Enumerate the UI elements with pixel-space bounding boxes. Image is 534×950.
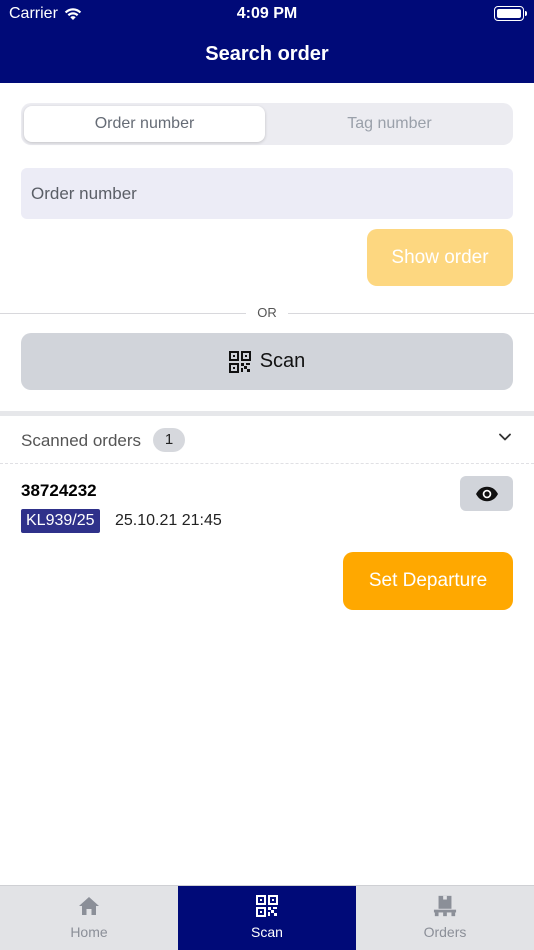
scanned-orders-header[interactable]: Scanned orders 1 bbox=[0, 416, 534, 464]
tab-home[interactable]: Home bbox=[0, 886, 178, 950]
page-title: Search order bbox=[205, 43, 329, 65]
home-icon bbox=[77, 894, 101, 918]
scanned-orders-title: Scanned orders bbox=[21, 431, 142, 450]
tab-home-label: Home bbox=[70, 924, 108, 940]
or-label: OR bbox=[246, 305, 288, 320]
tab-scan[interactable]: Scan bbox=[178, 886, 356, 950]
scan-button-label: Scan bbox=[259, 350, 306, 372]
header-bar: Carrier 4:09 PM Search order bbox=[0, 0, 534, 83]
view-order-button[interactable] bbox=[460, 476, 513, 511]
eye-icon bbox=[475, 486, 498, 501]
chevron-down-icon[interactable] bbox=[498, 430, 512, 444]
tab-orders-label: Orders bbox=[423, 924, 467, 940]
qr-code-icon bbox=[228, 350, 251, 373]
show-order-button[interactable]: Show order bbox=[367, 229, 513, 286]
segment-tag-number[interactable]: Tag number bbox=[269, 106, 510, 142]
status-time: 4:09 PM bbox=[236, 5, 298, 22]
status-bar: Carrier 4:09 PM bbox=[0, 0, 534, 28]
flight-badge: KL939/25 bbox=[21, 509, 100, 533]
order-number: 38724232 bbox=[21, 481, 97, 500]
scan-button[interactable]: Scan bbox=[21, 333, 513, 390]
search-mode-segmented-control: Order number Tag number bbox=[21, 103, 513, 145]
tab-scan-label: Scan bbox=[251, 924, 283, 940]
segment-order-number[interactable]: Order number bbox=[24, 106, 265, 142]
qr-code-icon bbox=[255, 894, 279, 918]
battery-icon bbox=[494, 6, 527, 21]
order-number-input[interactable] bbox=[21, 168, 513, 219]
scanned-count-badge: 1 bbox=[153, 428, 185, 452]
order-datetime: 25.10.21 21:45 bbox=[115, 512, 222, 529]
bottom-tab-bar: Home Scan Orders bbox=[0, 885, 534, 950]
pallet-box-icon bbox=[433, 894, 457, 918]
set-departure-button[interactable]: Set Departure bbox=[343, 552, 513, 610]
tab-orders[interactable]: Orders bbox=[356, 886, 534, 950]
